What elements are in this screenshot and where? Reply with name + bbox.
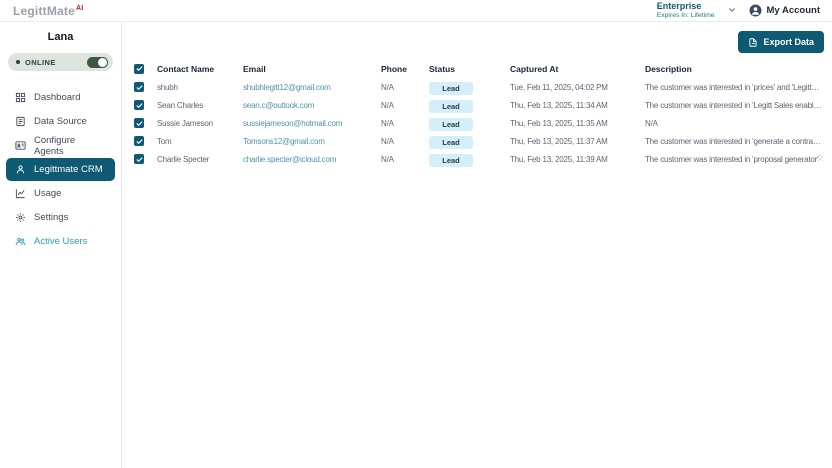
export-file-icon [748, 37, 758, 48]
select-all-checkbox[interactable] [134, 64, 144, 74]
description-cell: The customer was interested in 'proposal… [645, 155, 832, 164]
sidebar-item-label: Active Users [34, 236, 87, 247]
email-cell[interactable]: shubhlegitt12@gmail.com [243, 83, 381, 92]
toggle-knob [98, 58, 107, 67]
phone-cell: N/A [381, 101, 429, 110]
sidebar-item-label: Legittmate CRM [34, 164, 103, 175]
online-toggle[interactable] [87, 57, 108, 68]
status-badge: Lead [429, 154, 473, 167]
sidebar-item-label: Configure Agents [34, 135, 106, 157]
chevron-down-icon[interactable] [727, 5, 737, 15]
online-status-label: ONLINE [25, 58, 56, 67]
online-dot-icon [16, 60, 20, 64]
table-header-row: Contact Name Email Phone Status Captured… [123, 61, 832, 76]
table-row[interactable]: Tom Tomsons12@gmail.com N/A Lead Thu, Fe… [123, 132, 832, 150]
contacts-table: Contact Name Email Phone Status Captured… [123, 61, 832, 168]
column-header-captured-at: Captured At [510, 64, 645, 74]
status-badge: Lead [429, 118, 473, 131]
table-row[interactable]: shubh shubhlegitt12@gmail.com N/A Lead T… [123, 78, 832, 96]
active-users-icon [15, 236, 26, 247]
row-checkbox[interactable] [134, 154, 144, 164]
app-logo: LegittMateAI [13, 4, 83, 18]
sidebar-item-label: Usage [34, 188, 61, 199]
phone-cell: N/A [381, 137, 429, 146]
phone-cell: N/A [381, 155, 429, 164]
column-header-description: Description [645, 64, 832, 74]
captured-at-cell: Thu, Feb 13, 2025, 11:35 AM [510, 119, 645, 128]
contact-name-cell: Sussie Jameson [157, 119, 243, 128]
sidebar-item-label: Dashboard [34, 92, 80, 103]
sidebar-item-dashboard[interactable]: Dashboard [6, 86, 115, 109]
row-checkbox[interactable] [134, 118, 144, 128]
export-data-button[interactable]: Export Data [738, 31, 824, 53]
top-header: LegittMateAI Enterprise Expires In: Life… [0, 0, 832, 22]
agent-name-title: Lana [0, 31, 121, 43]
plan-info: Enterprise Expires In: Lifetime [657, 2, 715, 19]
main-content: Export Data Contact Name Email Phone Sta… [123, 22, 832, 468]
column-header-status: Status [429, 64, 510, 74]
table-row[interactable]: Sussie Jameson sussiejameson@hotmail.com… [123, 114, 832, 132]
contact-name-cell: Charlie Specter [157, 155, 243, 164]
sidebar-item-configure-agents[interactable]: Configure Agents [6, 134, 115, 157]
user-avatar-icon [749, 4, 762, 17]
status-badge: Lead [429, 136, 473, 149]
my-account-button[interactable]: My Account [749, 4, 820, 17]
agent-card-icon [15, 140, 26, 151]
table-body: shubh shubhlegitt12@gmail.com N/A Lead T… [123, 78, 832, 168]
description-cell: The customer was interested in 'generate… [645, 137, 832, 146]
email-cell[interactable]: charlie.specter@icloud.com [243, 155, 381, 164]
phone-cell: N/A [381, 119, 429, 128]
column-header-phone: Phone [381, 64, 429, 74]
table-row[interactable]: Sean Charles sean.c@outlook.com N/A Lead… [123, 96, 832, 114]
my-account-label: My Account [767, 5, 820, 16]
sidebar-item-active-users[interactable]: Active Users [6, 230, 115, 253]
contact-name-cell: Sean Charles [157, 101, 243, 110]
sidebar-item-data-source[interactable]: Data Source [6, 110, 115, 133]
usage-chart-icon [15, 188, 26, 199]
email-cell[interactable]: Tomsons12@gmail.com [243, 137, 381, 146]
plan-expiry: Expires In: Lifetime [657, 12, 715, 19]
online-status-pill: ONLINE [8, 53, 113, 71]
gear-icon [15, 212, 26, 223]
contact-name-cell: Tom [157, 137, 243, 146]
contact-name-cell: shubh [157, 83, 243, 92]
status-badge: Lead [429, 100, 473, 113]
status-badge: Lead [429, 82, 473, 95]
logo-ai-badge: AI [76, 5, 83, 12]
plan-name: Enterprise [657, 2, 715, 12]
phone-cell: N/A [381, 83, 429, 92]
sidebar-item-settings[interactable]: Settings [6, 206, 115, 229]
row-checkbox[interactable] [134, 82, 144, 92]
column-header-email: Email [243, 64, 381, 74]
sidebar-item-label: Data Source [34, 116, 87, 127]
description-cell: The customer was interested in 'prices' … [645, 83, 832, 92]
captured-at-cell: Thu, Feb 13, 2025, 11:34 AM [510, 101, 645, 110]
crm-person-icon [15, 164, 26, 175]
email-cell[interactable]: sussiejameson@hotmail.com [243, 119, 381, 128]
sidebar: Lana ONLINE Dashboard Data Source Config… [0, 22, 122, 468]
sidebar-nav: Dashboard Data Source Configure Agents L… [0, 86, 121, 253]
row-checkbox[interactable] [134, 100, 144, 110]
sidebar-item-label: Settings [34, 212, 68, 223]
resize-grip-icon[interactable] [816, 154, 823, 161]
column-header-contact-name: Contact Name [157, 64, 243, 74]
email-cell[interactable]: sean.c@outlook.com [243, 101, 381, 110]
description-cell: N/A [645, 119, 832, 128]
database-icon [15, 116, 26, 127]
captured-at-cell: Thu, Feb 13, 2025, 11:37 AM [510, 137, 645, 146]
sidebar-item-usage[interactable]: Usage [6, 182, 115, 205]
captured-at-cell: Thu, Feb 13, 2025, 11:39 AM [510, 155, 645, 164]
captured-at-cell: Tue, Feb 11, 2025, 04:02 PM [510, 83, 645, 92]
dashboard-icon [15, 92, 26, 103]
description-cell: The customer was interested in 'Legitt S… [645, 101, 832, 110]
logo-text: LegittMate [13, 4, 75, 18]
table-row[interactable]: Charlie Specter charlie.specter@icloud.c… [123, 150, 832, 168]
row-checkbox[interactable] [134, 136, 144, 146]
sidebar-item-legittmate-crm[interactable]: Legittmate CRM [6, 158, 115, 181]
export-button-label: Export Data [763, 37, 814, 47]
